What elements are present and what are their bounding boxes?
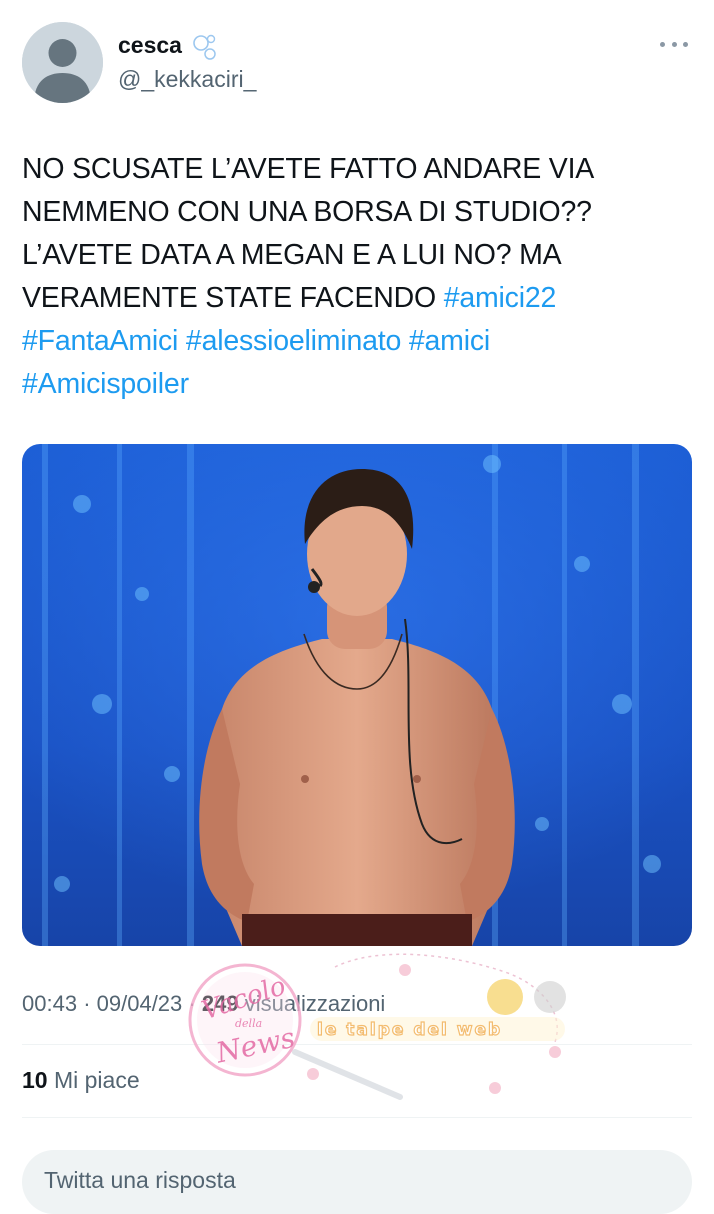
divider xyxy=(22,1044,692,1045)
hashtag-link[interactable]: #amici xyxy=(409,325,490,357)
display-name-text: cesca xyxy=(118,32,182,58)
hashtag-link[interactable]: #Amicispoiler xyxy=(22,368,189,400)
bubbles-emoji-icon xyxy=(190,32,220,68)
user-handle[interactable]: @_kekkaciri_ xyxy=(118,66,256,93)
tweet-text-line: #FantaAmici #alessioeliminato #amici xyxy=(22,320,692,363)
hashtag-link[interactable]: #FantaAmici xyxy=(22,325,178,357)
svg-text:le talpe del web: le talpe del web xyxy=(317,1020,502,1040)
tweet-text: NO SCUSATE L’AVETE FATTO ANDARE VIA NEMME… xyxy=(22,148,692,406)
tweet-text-segment: VERAMENTE STATE FACENDO xyxy=(22,282,444,314)
more-options-icon[interactable] xyxy=(660,36,688,52)
tweet-text-line: NEMMENO CON UNA BORSA DI STUDIO?? xyxy=(22,191,692,234)
hashtag-link[interactable]: #alessioeliminato xyxy=(186,325,401,357)
likes-stat[interactable]: 10 Mi piace xyxy=(22,1067,140,1094)
tweet-text-segment: L’AVETE DATA A MEGAN E A LUI NO? MA xyxy=(22,239,562,271)
svg-text:News: News xyxy=(212,1021,298,1070)
tweet-text-line: L’AVETE DATA A MEGAN E A LUI NO? MA xyxy=(22,234,692,277)
tweet-text-line: VERAMENTE STATE FACENDO #amici22 xyxy=(22,277,692,320)
likes-count: 10 xyxy=(22,1067,48,1093)
default-avatar-icon xyxy=(22,22,103,103)
tweet-date[interactable]: 09/04/23 xyxy=(97,991,183,1016)
tweet-text-segment: NO SCUSATE L’AVETE FATTO ANDARE VIA xyxy=(22,153,595,185)
avatar[interactable] xyxy=(22,22,103,103)
reply-input[interactable]: Twitta una risposta xyxy=(22,1150,692,1214)
tweet-text-segment xyxy=(178,325,186,357)
svg-text:della: della xyxy=(235,1017,262,1030)
tweet-text-line: #Amicispoiler xyxy=(22,363,692,406)
hashtag-link[interactable]: #amici22 xyxy=(444,282,557,314)
tweet-time[interactable]: 00:43 xyxy=(22,991,77,1016)
tweet-text-segment: NEMMENO CON UNA BORSA DI STUDIO?? xyxy=(22,196,592,228)
tweet-metadata: 00:43 · 09/04/23 · 249 visualizzazioni xyxy=(22,991,385,1017)
meta-separator-2: · xyxy=(188,991,196,1016)
reply-placeholder: Twitta una risposta xyxy=(44,1167,236,1193)
tweet-text-segment xyxy=(401,325,409,357)
tweet-text-line: NO SCUSATE L’AVETE FATTO ANDARE VIA xyxy=(22,148,692,191)
views-count[interactable]: 249 xyxy=(202,991,239,1016)
display-name[interactable]: cesca xyxy=(118,32,220,68)
views-label: visualizzazioni xyxy=(244,991,386,1016)
watermark-logo: Vacolo della News le talpe del web xyxy=(188,953,566,1100)
meta-separator: · xyxy=(83,991,91,1016)
tweet-photo[interactable] xyxy=(22,444,692,946)
likes-label: Mi piace xyxy=(53,1067,140,1093)
divider xyxy=(22,1117,692,1118)
